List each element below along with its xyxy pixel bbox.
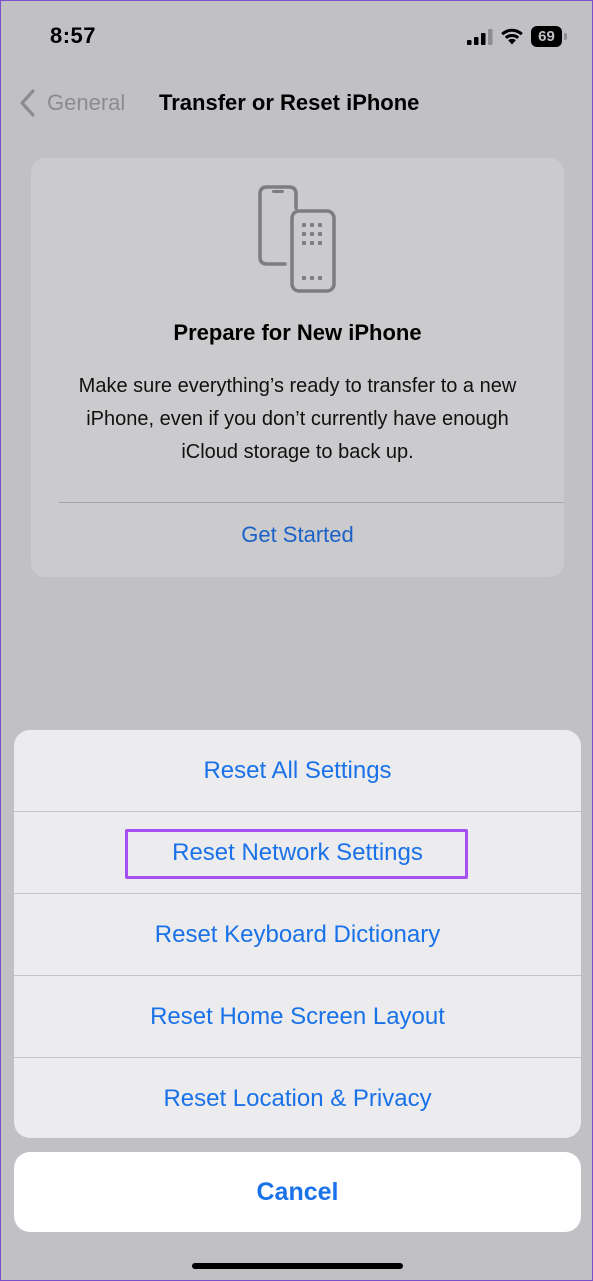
phones-transfer-icon (258, 185, 336, 293)
battery-cap (564, 33, 567, 40)
page-title: Transfer or Reset iPhone (159, 90, 420, 115)
cancel-button[interactable]: Cancel (14, 1152, 581, 1232)
reset-keyboard-dictionary-button[interactable]: Reset Keyboard Dictionary (14, 894, 581, 975)
get-started-button[interactable]: Get Started (31, 522, 564, 548)
reset-home-screen-layout-button[interactable]: Reset Home Screen Layout (14, 976, 581, 1057)
home-indicator[interactable] (192, 1263, 403, 1269)
reset-location-privacy-button[interactable]: Reset Location & Privacy (14, 1058, 581, 1138)
signal-icon (467, 29, 493, 45)
wifi-icon (501, 28, 523, 45)
card-divider (59, 502, 564, 503)
card-title: Prepare for New iPhone (173, 320, 422, 345)
back-button-label: General (47, 90, 126, 115)
screen: 8:57 69 General Transfer or Reset iPhone (0, 0, 593, 1281)
reset-all-settings-button[interactable]: Reset All Settings (14, 730, 581, 811)
card-description: Make sure everything’s ready to transfer… (78, 375, 517, 463)
chevron-left-icon (20, 89, 35, 117)
status-bar: 8:57 69 (1, 1, 592, 71)
battery-icon: 69 (531, 26, 567, 47)
status-time: 8:57 (50, 23, 97, 48)
prepare-card: Prepare for New iPhone Make sure everyth… (31, 158, 564, 577)
back-button[interactable]: General (17, 81, 125, 125)
reset-action-sheet: Reset All Settings Reset Network Setting… (14, 730, 581, 1138)
battery-level: 69 (531, 26, 562, 47)
navigation-bar: General Transfer or Reset iPhone (1, 81, 592, 125)
reset-network-settings-button[interactable]: Reset Network Settings (14, 812, 581, 893)
